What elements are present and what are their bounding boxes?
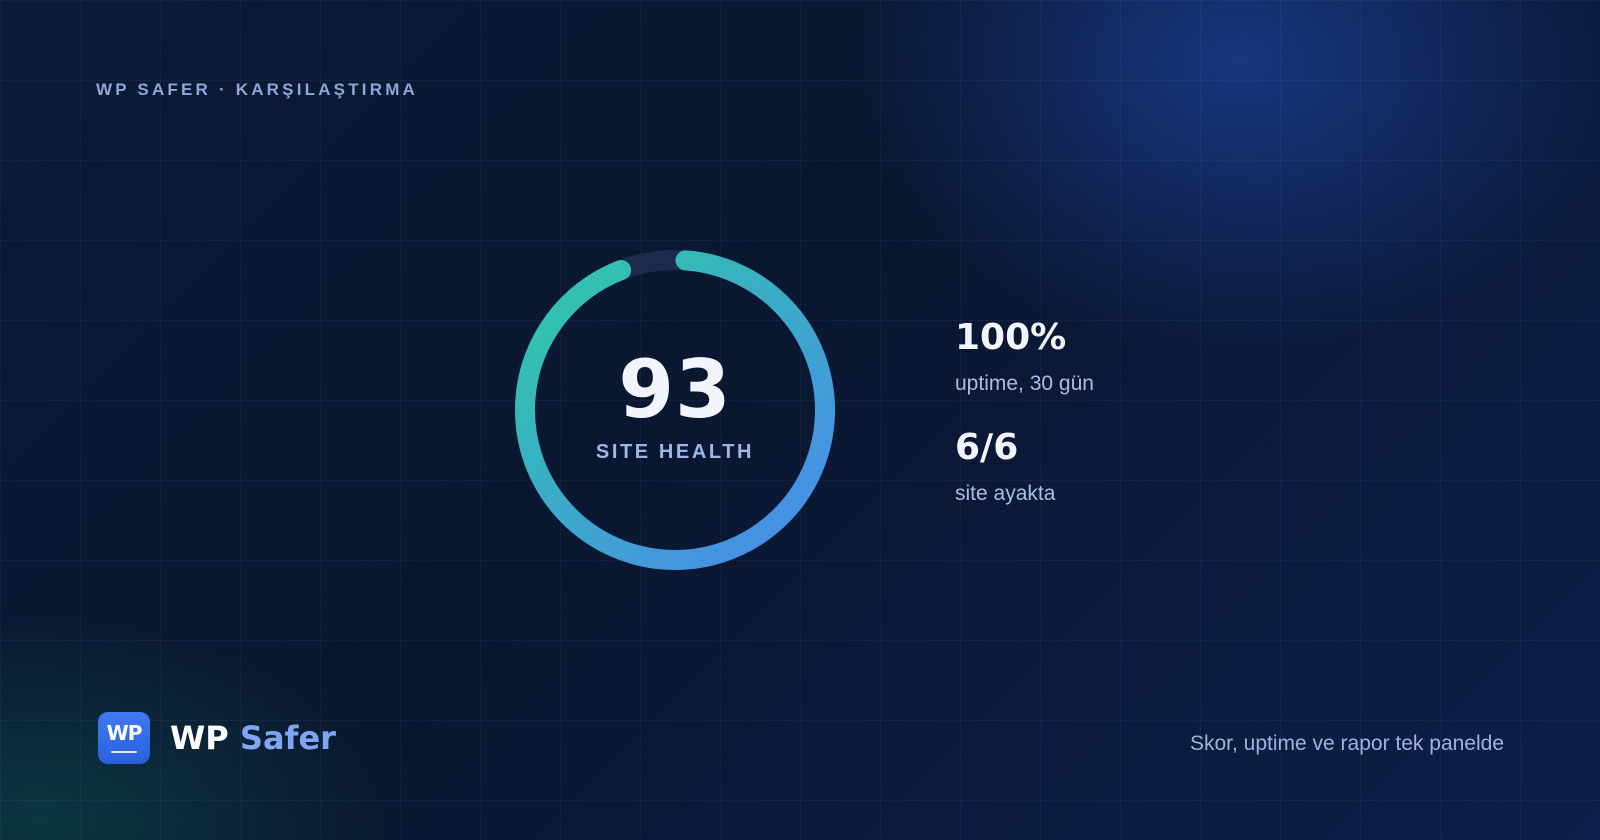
sites-up-value: 6/6 (955, 427, 1019, 468)
uptime-value: 100% (955, 317, 1067, 358)
health-score: 93 (618, 343, 732, 436)
logo-mark-text: WP (106, 721, 143, 745)
brand-name-accent: Safer (239, 719, 336, 757)
brand-name: WP Safer (170, 719, 336, 757)
page-kicker: WP SAFER · KARŞILAŞTIRMA (96, 80, 419, 99)
wp-safer-logo: WP (98, 712, 150, 764)
site-health-gauge: 93 SITE HEALTH (510, 245, 840, 575)
logo-underline (111, 751, 137, 753)
brand-lockup: WP WP Safer (98, 712, 336, 764)
health-score-label: SITE HEALTH (595, 441, 755, 463)
footer-tagline: Skor, uptime ve rapor tek panelde (1189, 732, 1504, 755)
brand-name-primary: WP (170, 719, 229, 757)
sites-up-label: site ayakta (955, 482, 1056, 505)
uptime-label: uptime, 30 gün (955, 372, 1094, 395)
